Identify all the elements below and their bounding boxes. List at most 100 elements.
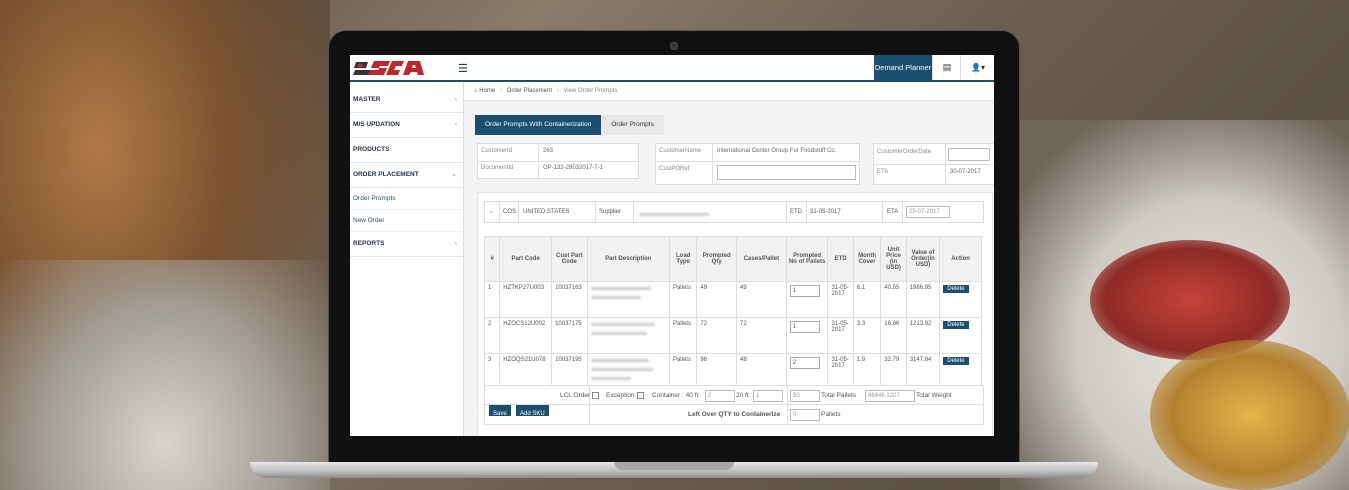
load-type: Pallets bbox=[668, 317, 698, 354]
top-navbar: ☰ Demand Planner ▤ 👤▾ bbox=[350, 55, 994, 82]
layout-toggle-icon[interactable]: ▤ bbox=[932, 55, 961, 80]
action-cell: Delete bbox=[939, 317, 982, 354]
column-header: Prompted No of Pallets bbox=[785, 236, 829, 282]
strip-eta-label: ETA bbox=[887, 209, 899, 215]
exception-label: Exception bbox=[606, 392, 635, 399]
sidebar-item-mis-updation[interactable]: MIS UPDATION ‹ bbox=[350, 113, 463, 138]
sidebar: MASTER ‹ MIS UPDATION ‹ PRODUCTS ORDER PLA… bbox=[350, 82, 464, 436]
pallets-input[interactable]: 2 bbox=[789, 357, 820, 369]
breadcrumb-current: View Order Prompts bbox=[563, 88, 618, 94]
sidebar-item-label: ORDER PLACEMENT bbox=[353, 171, 419, 178]
cust-po-ref-input[interactable] bbox=[717, 165, 856, 180]
sidebar-item-label: MIS UPDATION bbox=[353, 121, 400, 128]
unit-price: 16.86 bbox=[880, 317, 907, 354]
eta-value: 30-07-2017 bbox=[950, 169, 981, 175]
column-header: Value of Order(in USD) bbox=[905, 236, 941, 282]
sidebar-item-order-placement[interactable]: ORDER PLACEMENT ⌄ bbox=[350, 163, 463, 188]
breadcrumb-home[interactable]: Home bbox=[479, 88, 495, 94]
order-items-table: # Part Code Cust Part Code Part Descript… bbox=[483, 236, 982, 390]
container-20ft-input[interactable]: 1 bbox=[753, 390, 783, 402]
row-number: 1 bbox=[483, 281, 501, 318]
supplier-label: Supplier bbox=[599, 209, 622, 215]
delete-button[interactable]: Delete bbox=[943, 357, 969, 365]
pallets-input[interactable]: 1 bbox=[789, 321, 820, 333]
breadcrumb-separator: › bbox=[556, 88, 559, 94]
order-value: 1213.92 bbox=[905, 317, 941, 354]
leftover-unit-label: Pallets bbox=[821, 411, 841, 418]
unit-price: 40.55 bbox=[880, 281, 907, 318]
sca-logo[interactable] bbox=[352, 58, 426, 77]
eta-date-input[interactable]: 25-07-2017 bbox=[906, 206, 950, 218]
tab-bar: Order Prompts With Containerization Order… bbox=[475, 115, 664, 135]
column-header: Part Description bbox=[586, 236, 670, 282]
containerization-row: LCL Order Exception Container : 40 ft 2 … bbox=[484, 385, 984, 406]
total-pallets-input[interactable]: 50 bbox=[790, 390, 820, 402]
save-button[interactable]: Save bbox=[489, 405, 511, 417]
month-cover: 6.1 bbox=[852, 281, 882, 318]
cos-label: COS bbox=[503, 209, 517, 215]
add-sku-button[interactable]: Add SKU bbox=[516, 405, 549, 417]
leftover-label: Left Over QTY to Containerize bbox=[688, 411, 781, 418]
sidebar-item-products[interactable]: PRODUCTS bbox=[350, 138, 463, 163]
sidebar-subitem-order-prompts[interactable]: Order Prompts bbox=[350, 188, 463, 210]
table-row: 2 HZOCS12U002 10037175 Pallets 72 72 1 3… bbox=[483, 317, 982, 354]
chevron-left-icon: ‹ bbox=[454, 240, 457, 247]
main-content: ⌂ Home › Order Placement › View Order Pr… bbox=[464, 82, 994, 436]
column-header: Month Cover bbox=[852, 236, 882, 282]
part-code: HZOCS12U002 bbox=[499, 317, 553, 354]
table-header-row: # Part Code Cust Part Code Part Descript… bbox=[483, 236, 982, 282]
customer-order-date-input[interactable] bbox=[948, 148, 990, 161]
column-header: Action bbox=[939, 236, 982, 282]
etd: 31-05-2017 bbox=[827, 317, 854, 354]
part-description-blurred bbox=[586, 317, 670, 354]
lcl-order-checkbox[interactable] bbox=[592, 392, 599, 399]
cases-per-pallet: 72 bbox=[736, 317, 787, 354]
document-id-value: OP-132-28032017-7-1 bbox=[543, 165, 604, 171]
breadcrumb-separator: › bbox=[499, 88, 502, 94]
cust-part-code: 10037163 bbox=[551, 281, 588, 318]
collapse-icon[interactable]: ⌄ bbox=[489, 202, 494, 222]
leftover-input[interactable]: 0 bbox=[790, 409, 820, 421]
column-header: ETD bbox=[827, 236, 854, 282]
column-header: Part Code bbox=[499, 236, 553, 282]
eta-label: ETA bbox=[877, 169, 889, 175]
sidebar-item-master[interactable]: MASTER ‹ bbox=[350, 88, 463, 113]
tab-order-prompts-containerization[interactable]: Order Prompts With Containerization bbox=[475, 115, 602, 135]
breadcrumb-section[interactable]: Order Placement bbox=[507, 88, 552, 94]
app-screen: ☰ Demand Planner ▤ 👤▾ MASTER ‹ MIS UPDATI… bbox=[350, 55, 994, 436]
sidebar-subitem-new-order[interactable]: New Order bbox=[350, 210, 463, 232]
user-menu-icon[interactable]: 👤▾ bbox=[960, 55, 994, 80]
exception-checkbox[interactable] bbox=[637, 392, 644, 399]
delete-button[interactable]: Delete bbox=[943, 285, 969, 293]
customer-id-label: CustomerId bbox=[481, 148, 513, 154]
container-40ft-input[interactable]: 2 bbox=[705, 390, 735, 402]
breadcrumb: ⌂ Home › Order Placement › View Order Pr… bbox=[464, 82, 994, 101]
background-mustard bbox=[1150, 340, 1349, 490]
table-row: 1 HZTKP27U003 10037163 Pallets 49 49 1 3… bbox=[483, 281, 982, 318]
customer-name-box: CustomerName International Center Group … bbox=[655, 143, 860, 185]
container-20ft-label: 20 ft bbox=[736, 392, 749, 399]
delete-button[interactable]: Delete bbox=[943, 321, 969, 329]
pallets-input[interactable]: 1 bbox=[789, 285, 820, 297]
hamburger-menu-icon[interactable]: ☰ bbox=[458, 62, 468, 75]
background-plate-left bbox=[0, 260, 330, 490]
column-header: # bbox=[483, 236, 501, 282]
action-cell: Delete bbox=[939, 281, 982, 318]
demand-planner-button[interactable]: Demand Planner bbox=[874, 55, 932, 80]
column-header: Cases/Pallet bbox=[736, 236, 787, 282]
cust-part-code: 10037175 bbox=[551, 317, 588, 354]
column-header: Prompted Qty bbox=[696, 236, 737, 282]
customer-name-value: International Center Group For Foodstuff… bbox=[717, 148, 837, 154]
sidebar-item-reports[interactable]: REPORTS ‹ bbox=[350, 232, 463, 257]
laptop-camera bbox=[670, 42, 678, 50]
order-value: 1986.95 bbox=[905, 281, 941, 318]
prompted-qty: 49 bbox=[696, 281, 737, 318]
cust-po-ref-label: CustPORef bbox=[659, 166, 690, 172]
chevron-left-icon: ‹ bbox=[454, 121, 457, 128]
row-number: 2 bbox=[483, 317, 501, 354]
part-description-blurred bbox=[586, 281, 670, 318]
customer-name-label: CustomerName bbox=[659, 148, 702, 154]
total-weight-input[interactable]: 48446.1207 bbox=[865, 390, 915, 402]
laptop-notch bbox=[614, 462, 734, 470]
tab-order-prompts[interactable]: Order Prompts bbox=[601, 115, 664, 135]
